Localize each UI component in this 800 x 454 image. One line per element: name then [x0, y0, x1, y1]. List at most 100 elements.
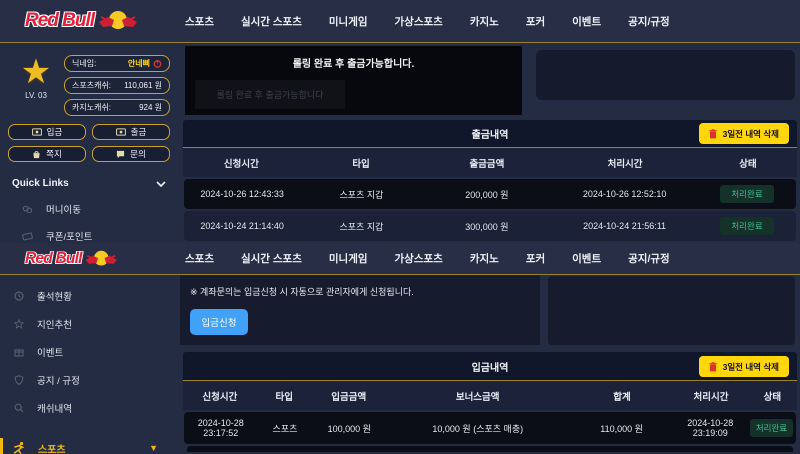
sidebar-item-cash-history[interactable]: 캐쉬내역 — [0, 387, 180, 415]
withdraw-page: Red Bull 스포츠 실시간 스포츠 미니게임 가상스포츠 카지노 포커 — [0, 0, 800, 243]
sports-cash-label: 스포츠캐쉬: — [72, 80, 111, 91]
chevron-down-icon — [156, 181, 166, 187]
deposit-note-panel: ※ 계좌문의는 입금신청 시 자동으로 관리자에게 신청됩니다. 입금신청 — [180, 275, 540, 345]
status-badge: 처리완료 — [720, 185, 773, 203]
message-button[interactable]: 쪽지 — [8, 146, 86, 162]
withdraw-label: 출금 — [131, 126, 147, 138]
withdraw-row[interactable]: 2024-10-26 12:43:33 스포츠 지갑 200,000 원 202… — [184, 179, 796, 209]
menu-casino[interactable]: 카지노 — [470, 251, 499, 266]
col-amount: 입금금액 — [312, 389, 386, 403]
col-total: 합계 — [570, 389, 674, 403]
col-process-time: 처리시간 — [551, 156, 698, 170]
redbull-bulls-icon — [85, 248, 118, 269]
menu-sports[interactable]: 스포츠 — [185, 14, 214, 29]
status-badge: 처리완료 — [750, 419, 793, 437]
logout-power-icon[interactable] — [153, 59, 162, 68]
deposit-content: ※ 계좌문의는 입금신청 시 자동으로 관리자에게 신청됩니다. 입금신청 입금… — [180, 275, 800, 454]
withdraw-row[interactable]: 2024-10-24 21:14:40 스포츠 지갑 300,000 원 202… — [184, 211, 796, 241]
deposit-table-title: 입금내역 — [472, 359, 509, 374]
delete-3day-history-button[interactable]: 3일전 내역 삭제 — [699, 356, 789, 377]
rolling-notice: 롤링 완료 후 출금가능합니다. — [185, 55, 522, 70]
delete-button-label: 3일전 내역 삭제 — [723, 128, 779, 140]
redbull-logo[interactable]: Red Bull — [25, 8, 175, 34]
redbull-logo[interactable]: Red Bull — [25, 248, 148, 269]
menu-virtual-sports[interactable]: 가상스포츠 — [395, 251, 443, 266]
menu-live-sports[interactable]: 실시간 스포츠 — [241, 14, 302, 29]
withdraw-notice-panel: 롤링 완료 후 출금가능합니다. 롤링 완료 후 출금가능합니다 — [185, 46, 522, 115]
col-process-time: 처리시간 — [674, 389, 748, 403]
inquiry-button[interactable]: 문의 — [92, 146, 170, 162]
menu-sports[interactable]: 스포츠 — [185, 251, 214, 266]
main-menu: 스포츠 실시간 스포츠 미니게임 가상스포츠 카지노 포커 이벤트 공지/규정 — [185, 14, 670, 29]
sidebar-item-money-move[interactable]: 머니이동 — [0, 189, 180, 216]
money-out-icon — [116, 128, 126, 136]
withdraw-content: 롤링 완료 후 출금가능합니다. 롤링 완료 후 출금가능합니다 출금내역 3일… — [180, 43, 800, 243]
notice-label: 공지 / 규정 — [37, 373, 80, 387]
withdraw-table: 출금내역 3일전 내역 삭제 신청시간 타입 출금금액 처리시간 상태 — [183, 120, 797, 241]
delete-3day-history-button[interactable]: 3일전 내역 삭제 — [699, 123, 789, 144]
deposit-row[interactable]: 2024-10-28 23:17:52 스포츠 100,000 원 10,000… — [184, 412, 796, 444]
col-status: 상태 — [699, 156, 797, 170]
sports-cash-value: 110,061 원 — [124, 80, 162, 91]
quick-links-title: Quick Links — [12, 178, 69, 189]
top-navbar: Red Bull 스포츠 실시간 스포츠 미니게임 가상스포츠 카지노 포커 — [0, 0, 800, 42]
menu-casino[interactable]: 카지노 — [470, 14, 499, 29]
col-request-time: 신청시간 — [183, 156, 300, 170]
sidebar-item-coupon-point[interactable]: 쿠폰/포인트 — [0, 216, 180, 243]
redbull-bulls-icon — [98, 8, 138, 34]
empty-side-panel — [536, 50, 795, 100]
quick-links-header[interactable]: Quick Links — [0, 162, 180, 189]
menu-event[interactable]: 이벤트 — [572, 251, 601, 266]
inquiry-label: 문의 — [130, 148, 146, 160]
clock-icon — [14, 291, 24, 301]
menu-poker[interactable]: 포커 — [526, 14, 545, 29]
deposit-row-partial — [187, 446, 793, 452]
top-navbar-2: Red Bull 스포츠 실시간 스포츠 미니게임 가상스포츠 카지노 포커 — [0, 243, 800, 274]
col-status: 상태 — [748, 389, 797, 403]
casino-cash-label: 카지노캐쉬: — [72, 102, 111, 113]
runner-icon — [12, 441, 26, 454]
chevron-down-icon: ▼ — [149, 443, 158, 453]
logo-text: Red Bull — [25, 10, 94, 32]
col-type: 타입 — [257, 389, 312, 403]
casino-cash-box: 카지노캐쉬: 924 원 — [64, 99, 170, 116]
casino-cash-value: 924 원 — [139, 102, 162, 113]
deposit-page: Red Bull 스포츠 실시간 스포츠 미니게임 가상스포츠 카지노 포커 — [0, 243, 800, 454]
menu-minigame[interactable]: 미니게임 — [329, 14, 368, 29]
menu-notice[interactable]: 공지/규정 — [628, 14, 670, 29]
menu-notice[interactable]: 공지/규정 — [628, 251, 670, 266]
col-amount: 출금금액 — [422, 156, 551, 170]
nickname-box: 닉네임: 안네삐 — [64, 55, 170, 72]
level-star-icon: ★ — [8, 55, 64, 89]
col-bonus: 보너스금액 — [386, 389, 570, 403]
cash-history-label: 캐쉬내역 — [37, 401, 72, 415]
chat-bubble-icon — [116, 150, 125, 159]
star-outline-icon — [14, 319, 24, 329]
coupon-point-label: 쿠폰/포인트 — [46, 229, 92, 243]
sidebar-item-event[interactable]: 이벤트 — [0, 331, 180, 359]
withdraw-table-title: 출금내역 — [472, 126, 509, 141]
withdraw-button[interactable]: 출금 — [92, 124, 170, 140]
sidebar-item-referral[interactable]: 지인추천 — [0, 303, 180, 331]
logo-text: Red Bull — [25, 249, 82, 267]
menu-event[interactable]: 이벤트 — [572, 14, 601, 29]
nickname-label: 닉네임: — [72, 58, 96, 69]
deposit-table-header: 신청시간 타입 입금금액 보너스금액 합계 처리시간 상태 — [183, 381, 797, 410]
sports-cash-box: 스포츠캐쉬: 110,061 원 — [64, 77, 170, 94]
event-label: 이벤트 — [37, 345, 63, 359]
menu-live-sports[interactable]: 실시간 스포츠 — [241, 251, 302, 266]
withdraw-table-header: 신청시간 타입 출금금액 처리시간 상태 — [183, 148, 797, 177]
menu-minigame[interactable]: 미니게임 — [329, 251, 368, 266]
ticket-icon — [22, 232, 33, 241]
sidebar-item-attendance[interactable]: 출석현황 — [0, 275, 180, 303]
menu-poker[interactable]: 포커 — [526, 251, 545, 266]
menu-virtual-sports[interactable]: 가상스포츠 — [395, 14, 443, 29]
col-request-time: 신청시간 — [183, 389, 257, 403]
sidebar-item-notice[interactable]: 공지 / 규정 — [0, 359, 180, 387]
sidebar-item-sports[interactable]: 스포츠 ▼ — [0, 437, 180, 454]
rolling-notice-disabled: 롤링 완료 후 출금가능합니다 — [195, 80, 345, 109]
deposit-button[interactable]: 입금 — [8, 124, 86, 140]
magnifier-icon — [14, 403, 24, 413]
deposit-apply-button[interactable]: 입금신청 — [190, 309, 248, 335]
referral-label: 지인추천 — [37, 317, 72, 331]
